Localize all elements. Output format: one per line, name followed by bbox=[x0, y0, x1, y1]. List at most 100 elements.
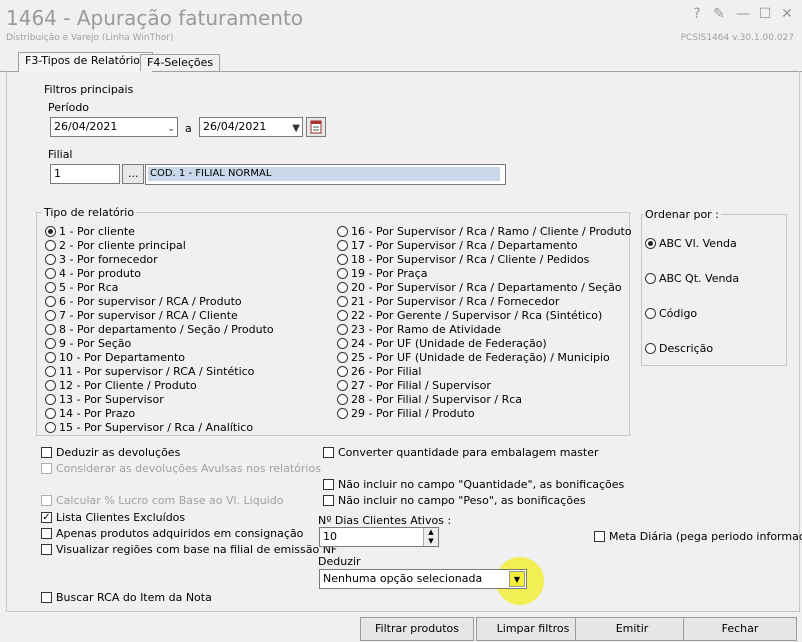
radio-button[interactable] bbox=[337, 295, 348, 307]
tipo-relatorio-radio[interactable]: 29 - Por Filial / Produto bbox=[337, 406, 632, 420]
radio-button[interactable] bbox=[45, 365, 56, 377]
radio-button[interactable] bbox=[337, 365, 348, 377]
checkbox-box[interactable] bbox=[594, 530, 605, 542]
tipo-relatorio-radio[interactable]: 27 - Por Filial / Supervisor bbox=[337, 378, 632, 392]
radio-button[interactable] bbox=[45, 393, 56, 405]
ordenar-radio[interactable]: Código bbox=[645, 306, 739, 320]
tipo-relatorio-radio[interactable]: 22 - Por Gerente / Supervisor / Rca (Sin… bbox=[337, 308, 632, 322]
radio-button[interactable] bbox=[337, 267, 348, 279]
radio-button[interactable] bbox=[337, 379, 348, 391]
checkbox-box[interactable] bbox=[41, 591, 52, 603]
radio-button[interactable] bbox=[45, 337, 56, 349]
tipo-relatorio-radio[interactable]: 17 - Por Supervisor / Rca / Departamento bbox=[337, 238, 632, 252]
deduzir-devolucoes-checkbox[interactable]: Deduzir as devoluções bbox=[41, 445, 180, 459]
tipo-relatorio-radio[interactable]: 23 - Por Ramo de Atividade bbox=[337, 322, 632, 336]
radio-button[interactable] bbox=[645, 272, 656, 284]
radio-button[interactable] bbox=[645, 307, 656, 319]
tipo-relatorio-radio[interactable]: 6 - Por supervisor / RCA / Produto bbox=[45, 294, 274, 308]
fechar-button[interactable]: Fechar bbox=[683, 617, 797, 641]
close-icon[interactable]: ✕ bbox=[778, 6, 796, 22]
tipo-relatorio-radio[interactable]: 10 - Por Departamento bbox=[45, 350, 274, 364]
tipo-relatorio-radio[interactable]: 5 - Por Rca bbox=[45, 280, 274, 294]
radio-button[interactable] bbox=[337, 309, 348, 321]
radio-button[interactable] bbox=[45, 309, 56, 321]
radio-button[interactable] bbox=[337, 253, 348, 265]
radio-button[interactable] bbox=[45, 323, 56, 335]
radio-button[interactable] bbox=[45, 281, 56, 293]
checkbox-box[interactable] bbox=[41, 543, 52, 555]
tipo-relatorio-radio[interactable]: 3 - Por fornecedor bbox=[45, 252, 274, 266]
ordenar-radio[interactable]: Descrição bbox=[645, 341, 739, 355]
minimize-icon[interactable]: — bbox=[734, 6, 752, 22]
tipo-relatorio-radio[interactable]: 12 - Por Cliente / Produto bbox=[45, 378, 274, 392]
radio-button[interactable] bbox=[337, 281, 348, 293]
maximize-icon[interactable]: ☐ bbox=[756, 6, 774, 22]
tipo-relatorio-radio[interactable]: 1 - Por cliente bbox=[45, 224, 274, 238]
tipo-relatorio-radio[interactable]: 2 - Por cliente principal bbox=[45, 238, 274, 252]
ordenar-radio[interactable]: ABC Qt. Venda bbox=[645, 271, 739, 285]
date-to-input[interactable]: 26/04/2021 ▼ bbox=[199, 117, 303, 137]
tipo-relatorio-radio[interactable]: 28 - Por Filial / Supervisor / Rca bbox=[337, 392, 632, 406]
tipo-relatorio-radio[interactable]: 13 - Por Supervisor bbox=[45, 392, 274, 406]
radio-button[interactable] bbox=[337, 337, 348, 349]
visualizar-regioes-checkbox[interactable]: Visualizar regiões com base na filial de… bbox=[41, 542, 337, 556]
radio-button[interactable] bbox=[337, 323, 348, 335]
checkbox-box[interactable] bbox=[323, 494, 334, 506]
tipo-relatorio-radio[interactable]: 21 - Por Supervisor / Rca / Fornecedor bbox=[337, 294, 632, 308]
meta-diaria-checkbox[interactable]: Meta Diária (pega periodo informado) bbox=[594, 529, 802, 543]
tipo-relatorio-radio[interactable]: 16 - Por Supervisor / Rca / Ramo / Clien… bbox=[337, 224, 632, 238]
tipo-relatorio-radio[interactable]: 15 - Por Supervisor / Rca / Analítico bbox=[45, 420, 274, 434]
radio-button[interactable] bbox=[45, 239, 56, 251]
radio-button[interactable] bbox=[45, 421, 56, 433]
date-from-input[interactable]: 26/04/2021 ⌄ bbox=[50, 117, 178, 137]
tipo-relatorio-radio[interactable]: 8 - Por departamento / Seção / Produto bbox=[45, 322, 274, 336]
checkbox-box[interactable] bbox=[41, 446, 52, 458]
radio-button[interactable] bbox=[337, 393, 348, 405]
tipo-relatorio-radio[interactable]: 24 - Por UF (Unidade de Federação) bbox=[337, 336, 632, 350]
tipo-relatorio-radio[interactable]: 19 - Por Praça bbox=[337, 266, 632, 280]
radio-button[interactable] bbox=[45, 267, 56, 279]
radio-button[interactable] bbox=[45, 351, 56, 363]
radio-button[interactable] bbox=[45, 225, 56, 237]
dropdown-arrow-icon[interactable]: ▼ bbox=[292, 120, 300, 138]
calendar-button[interactable] bbox=[306, 117, 326, 137]
tipo-relatorio-radio[interactable]: 18 - Por Supervisor / Rca / Cliente / Pe… bbox=[337, 252, 632, 266]
checkbox-box[interactable] bbox=[323, 478, 334, 490]
radio-button[interactable] bbox=[45, 379, 56, 391]
lista-excluidos-checkbox[interactable]: ✓ Lista Clientes Excluídos bbox=[41, 510, 185, 524]
filial-code-input[interactable]: 1 bbox=[50, 164, 120, 184]
nao-incluir-peso-checkbox[interactable]: Não incluir no campo "Peso", as bonifica… bbox=[323, 493, 586, 507]
tipo-relatorio-radio[interactable]: 26 - Por Filial bbox=[337, 364, 632, 378]
radio-button[interactable] bbox=[337, 351, 348, 363]
emitir-button[interactable]: Emitir bbox=[575, 617, 689, 641]
radio-button[interactable] bbox=[337, 225, 348, 237]
dias-input[interactable]: 10 ▲ ▼ bbox=[319, 527, 439, 547]
tipo-relatorio-radio[interactable]: 25 - Por UF (Unidade de Federação) / Mun… bbox=[337, 350, 632, 364]
dropdown-arrow-icon[interactable]: ▼ bbox=[509, 571, 525, 587]
radio-button[interactable] bbox=[45, 407, 56, 419]
radio-button[interactable] bbox=[45, 295, 56, 307]
tipo-relatorio-radio[interactable]: 4 - Por produto bbox=[45, 266, 274, 280]
filial-browse-button[interactable]: ... bbox=[122, 164, 144, 184]
converter-qtd-checkbox[interactable]: Converter quantidade para embalagem mast… bbox=[323, 445, 599, 459]
radio-button[interactable] bbox=[337, 407, 348, 419]
spinner-arrows-icon[interactable]: ▲ ▼ bbox=[423, 528, 438, 546]
radio-button[interactable] bbox=[645, 237, 656, 249]
radio-button[interactable] bbox=[645, 342, 656, 354]
tab-tipos-relatorios[interactable]: F3-Tipos de Relatórios bbox=[18, 52, 153, 72]
tipo-relatorio-radio[interactable]: 11 - Por supervisor / RCA / Sintético bbox=[45, 364, 274, 378]
tipo-relatorio-radio[interactable]: 14 - Por Prazo bbox=[45, 406, 274, 420]
checkbox-box[interactable] bbox=[41, 527, 52, 539]
ordenar-radio[interactable]: ABC Vl. Venda bbox=[645, 236, 739, 250]
checkbox-box[interactable] bbox=[323, 446, 334, 458]
buscar-rca-checkbox[interactable]: Buscar RCA do Item da Nota bbox=[41, 590, 212, 604]
tipo-relatorio-radio[interactable]: 7 - Por supervisor / RCA / Cliente bbox=[45, 308, 274, 322]
nao-incluir-qtd-checkbox[interactable]: Não incluir no campo "Quantidade", as bo… bbox=[323, 477, 624, 491]
checkbox-checked-icon[interactable]: ✓ bbox=[41, 511, 52, 523]
tab-selecoes[interactable]: F4-Seleções bbox=[140, 54, 221, 71]
chevron-down-icon[interactable]: ⌄ bbox=[167, 120, 175, 138]
radio-button[interactable] bbox=[337, 239, 348, 251]
tipo-relatorio-radio[interactable]: 20 - Por Supervisor / Rca / Departamento… bbox=[337, 280, 632, 294]
help-icon[interactable]: ? bbox=[688, 6, 706, 22]
deduzir-select[interactable]: Nenhuma opção selecionada ▼ bbox=[319, 569, 527, 589]
